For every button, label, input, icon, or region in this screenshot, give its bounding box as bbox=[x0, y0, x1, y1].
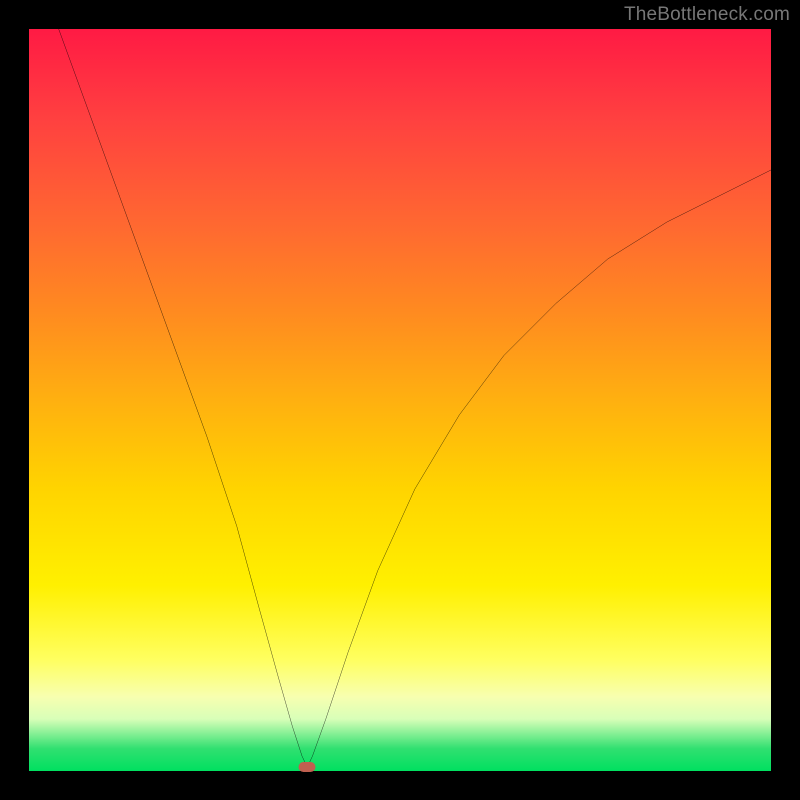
bottleneck-curve bbox=[29, 29, 771, 771]
curve-path bbox=[59, 29, 771, 767]
chart-plot-area bbox=[29, 29, 771, 771]
optimal-point-marker bbox=[299, 762, 316, 772]
watermark-text: TheBottleneck.com bbox=[624, 4, 790, 26]
chart-frame: TheBottleneck.com bbox=[0, 0, 800, 800]
